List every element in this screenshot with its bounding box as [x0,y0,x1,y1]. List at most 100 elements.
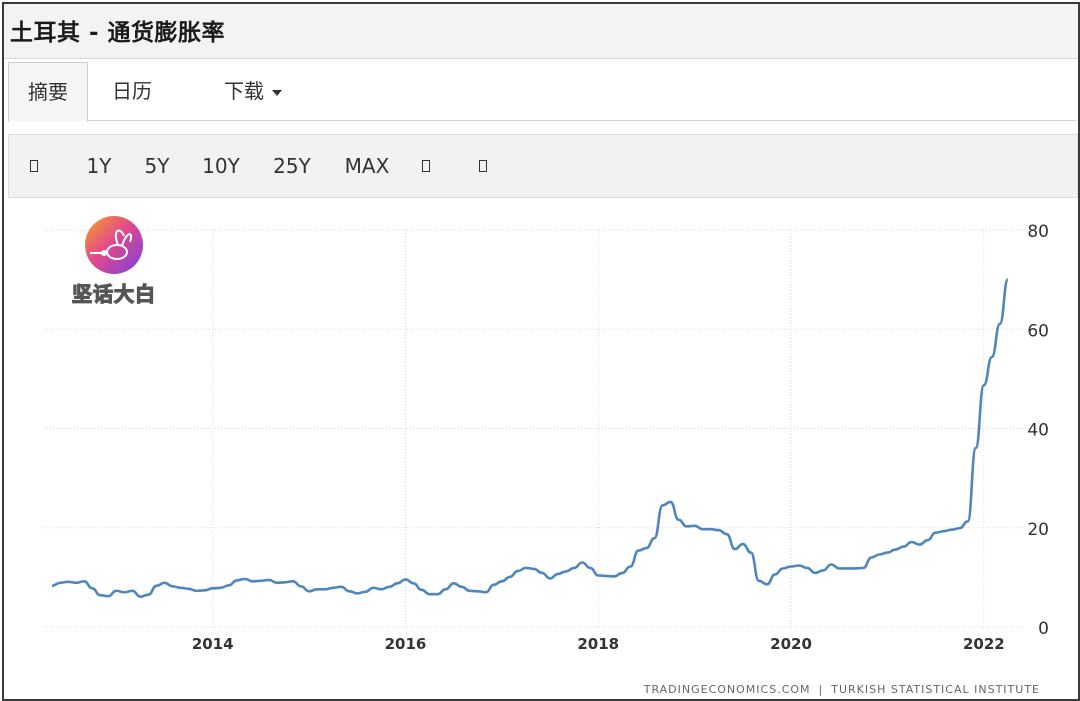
data-point [195,589,198,592]
data-point [525,566,528,569]
data-point [396,582,399,585]
data-point [725,533,728,536]
data-point [500,580,503,583]
data-point [67,580,70,583]
data-point [934,531,937,534]
data-point [798,564,801,567]
data-point [492,583,495,586]
data-point [364,590,367,593]
title-bar: 土耳其 - 通货膨胀率 [4,4,1078,59]
data-point [316,588,319,591]
data-point [966,520,969,523]
data-point [862,566,865,569]
data-point [557,572,560,575]
data-point [468,589,471,592]
data-point [251,580,254,583]
data-point [203,589,206,592]
data-point [420,588,423,591]
data-point [259,579,262,582]
data-point [958,527,961,530]
data-point [782,567,785,570]
data-point [147,593,150,596]
data-point [219,586,222,589]
data-point [998,322,1001,325]
range-10y-button[interactable]: 10Y [197,135,245,197]
y-tick-label: 20 [1027,520,1049,540]
data-point [107,595,110,598]
range-max-button[interactable]: MAX [339,135,395,197]
source-left: TRADINGECONOMICS.COM [643,683,811,696]
data-point [766,583,769,586]
data-point [179,586,182,589]
data-point [878,553,881,556]
data-point [982,384,985,387]
tab-calendar-label: 日历 [112,79,152,103]
data-point [243,577,246,580]
data-point [573,566,576,569]
data-point [790,565,793,568]
data-point [886,551,889,554]
data-point [75,581,78,584]
data-point [308,590,311,593]
caret-down-icon [272,89,282,96]
data-point [324,588,327,591]
data-point [292,580,295,583]
data-point [669,500,672,503]
y-tick-label: 80 [1027,222,1049,242]
data-point [267,578,270,581]
data-point [476,590,479,593]
data-point [701,528,704,531]
data-point [171,585,174,588]
x-tick-label: 2014 [192,635,234,653]
data-point [677,518,680,521]
data-point [629,565,632,568]
range-1y-button[interactable]: 1Y [79,135,119,197]
x-tick-label: 2022 [963,635,1005,653]
data-point [597,574,600,577]
chart-type-icon[interactable] [422,160,430,172]
data-point [356,592,359,595]
data-point [340,585,343,588]
data-point [452,582,455,585]
data-point [549,577,552,580]
y-tick-label: 60 [1027,321,1049,341]
data-point [918,543,921,546]
data-point [693,524,696,527]
x-tick-label: 2020 [770,635,812,653]
data-point [910,541,913,544]
tab-download[interactable]: 下载 [224,62,304,120]
data-point [717,529,720,532]
data-point [428,593,431,596]
data-point [741,543,744,546]
logo: 坚话大白 [60,212,168,312]
data-point [300,585,303,588]
tab-summary[interactable]: 摘要 [8,62,88,122]
settings-icon[interactable] [479,160,487,172]
data-point [412,582,415,585]
data-point [91,587,94,590]
data-point [894,548,897,551]
data-point [950,528,953,531]
data-point [436,593,439,596]
calendar-icon[interactable] [30,160,38,172]
range-5y-button[interactable]: 5Y [137,135,177,197]
logo-text: 坚话大白 [71,281,156,306]
data-point [685,525,688,528]
data-point [372,586,375,589]
x-tick-label: 2016 [385,635,427,653]
data-point [332,586,335,589]
app-frame: 土耳其 - 通货膨胀率 摘要 日历 下载 1Y 5Y 10Y 25Y MAX 0… [2,2,1080,701]
data-point [757,579,760,582]
data-point [516,569,519,572]
tab-calendar[interactable]: 日历 [112,62,172,120]
x-tick-label: 2018 [577,635,619,653]
range-25y-button[interactable]: 25Y [267,135,317,197]
data-point [139,595,142,598]
data-point [581,561,584,564]
data-point [749,551,752,554]
data-point [733,548,736,551]
data-point [348,590,351,593]
series-line [51,278,1010,598]
data-point [589,566,592,569]
data-point [59,581,62,584]
